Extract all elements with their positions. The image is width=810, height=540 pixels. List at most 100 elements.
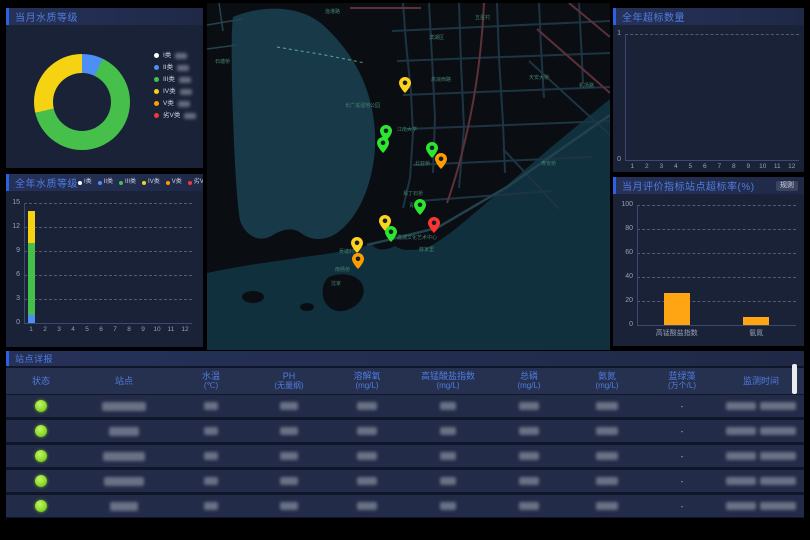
y-axis-tick: 9 xyxy=(6,247,20,254)
legend-label: 劣V类 xyxy=(163,112,180,119)
table-cell xyxy=(406,452,490,461)
table-row[interactable]: - xyxy=(6,445,804,467)
table-cell xyxy=(250,427,328,436)
legend-dot xyxy=(154,101,159,106)
table-row[interactable]: - xyxy=(6,420,804,442)
redacted-date xyxy=(726,402,756,410)
table-cell xyxy=(328,452,406,461)
table-cell xyxy=(568,502,646,511)
table-cell xyxy=(172,452,250,461)
table-cell xyxy=(250,452,328,461)
bar-segment[interactable] xyxy=(743,317,769,325)
redacted-date xyxy=(726,427,756,435)
gridline xyxy=(637,229,796,230)
map-pin-green[interactable] xyxy=(377,137,389,153)
table-row[interactable]: - xyxy=(6,470,804,492)
gridline xyxy=(637,253,796,254)
table-cell xyxy=(76,401,172,410)
table-cell xyxy=(250,502,328,511)
map-pin-yellow[interactable] xyxy=(399,77,411,93)
redacted-value xyxy=(178,101,190,107)
redacted-value xyxy=(184,113,196,119)
gridline xyxy=(637,205,796,206)
gridline xyxy=(24,203,192,204)
legend-label: III类 xyxy=(163,76,175,83)
algae-cell: - xyxy=(646,452,718,461)
table-row[interactable]: - xyxy=(6,495,804,517)
table-cell xyxy=(406,502,490,511)
redacted-value xyxy=(179,77,191,83)
redacted-value xyxy=(204,427,218,435)
table-cell xyxy=(490,502,568,511)
legend-item: II类 xyxy=(154,64,196,71)
redacted-value xyxy=(280,502,298,510)
status-indicator xyxy=(35,475,47,487)
bar-segment[interactable] xyxy=(28,243,35,315)
bar-segment[interactable] xyxy=(28,211,35,243)
redacted-value xyxy=(519,452,539,460)
redacted-value xyxy=(180,89,192,95)
panel-annual-water-quality: 全年水质等级 I类II类III类IV类V类劣V类 036912151234567… xyxy=(6,174,203,347)
redacted-value xyxy=(357,477,377,485)
column-header: 状态 xyxy=(6,376,76,386)
redacted-value xyxy=(519,477,539,485)
redacted-value xyxy=(596,502,618,510)
table-cell xyxy=(490,402,568,411)
redacted-time xyxy=(760,427,796,435)
water-quality-donut-chart[interactable] xyxy=(34,54,130,150)
table-cell xyxy=(172,427,250,436)
table-cell xyxy=(328,502,406,511)
x-axis-tick: 氨氮 xyxy=(726,328,786,338)
y-axis-tick: 3 xyxy=(6,295,20,302)
map-pins xyxy=(207,3,610,350)
map-pin-red[interactable] xyxy=(428,217,440,233)
status-cell xyxy=(6,450,76,462)
legend-dot xyxy=(154,77,159,82)
status-cell xyxy=(6,475,76,487)
gridline xyxy=(24,275,192,276)
bar-segment[interactable] xyxy=(664,293,690,325)
x-axis xyxy=(24,323,192,324)
redacted-value xyxy=(440,452,456,460)
map-pin-orange[interactable] xyxy=(352,253,364,269)
map-pin-green[interactable] xyxy=(414,199,426,215)
bar-segment[interactable] xyxy=(28,315,35,323)
redacted-value xyxy=(596,477,618,485)
table-row[interactable]: - xyxy=(6,395,804,417)
table-scrollbar[interactable] xyxy=(792,364,797,394)
redacted-value xyxy=(440,477,456,485)
table-cell xyxy=(76,426,172,435)
table-cell xyxy=(568,452,646,461)
table-cell xyxy=(172,477,250,486)
map[interactable]: 石塘桥渔港路滨湖区五星村高浪西路长广溪湿地公园江南大学北亚桥天安大桥机场路寿安桥… xyxy=(207,3,610,350)
exceedance-rate-chart[interactable]: 020406080100高锰酸盐指数氨氮 xyxy=(613,177,804,346)
redacted-value xyxy=(103,452,145,461)
redacted-date xyxy=(726,452,756,460)
annual-grade-chart[interactable]: 03691215123456789101112 xyxy=(6,174,203,347)
column-header: 水温(℃) xyxy=(172,371,250,391)
redacted-value xyxy=(357,452,377,460)
table-cell xyxy=(490,452,568,461)
column-header: PH(无量纲) xyxy=(250,371,328,391)
table-cell xyxy=(406,427,490,436)
legend-label: IV类 xyxy=(163,88,176,95)
map-pin-green[interactable] xyxy=(385,226,397,242)
y-axis xyxy=(24,203,25,323)
gridline xyxy=(637,301,796,302)
map-pin-orange[interactable] xyxy=(435,153,447,169)
algae-cell: - xyxy=(646,502,718,511)
redacted-time xyxy=(760,477,796,485)
redacted-value xyxy=(109,427,139,436)
x-axis-tick: 高锰酸盐指数 xyxy=(647,328,707,338)
panel-header: 当月水质等级 xyxy=(6,8,203,25)
table-cell xyxy=(328,477,406,486)
gridline xyxy=(24,251,192,252)
algae-cell: - xyxy=(646,477,718,486)
legend-item: V类 xyxy=(154,100,196,107)
panel-title: 当月水质等级 xyxy=(15,9,78,24)
table-cell xyxy=(406,477,490,486)
map-pin-yellow[interactable] xyxy=(351,237,363,253)
annual-exceedance-chart[interactable]: 01123456789101112 xyxy=(613,8,804,172)
redacted-value xyxy=(596,427,618,435)
redacted-value xyxy=(519,502,539,510)
